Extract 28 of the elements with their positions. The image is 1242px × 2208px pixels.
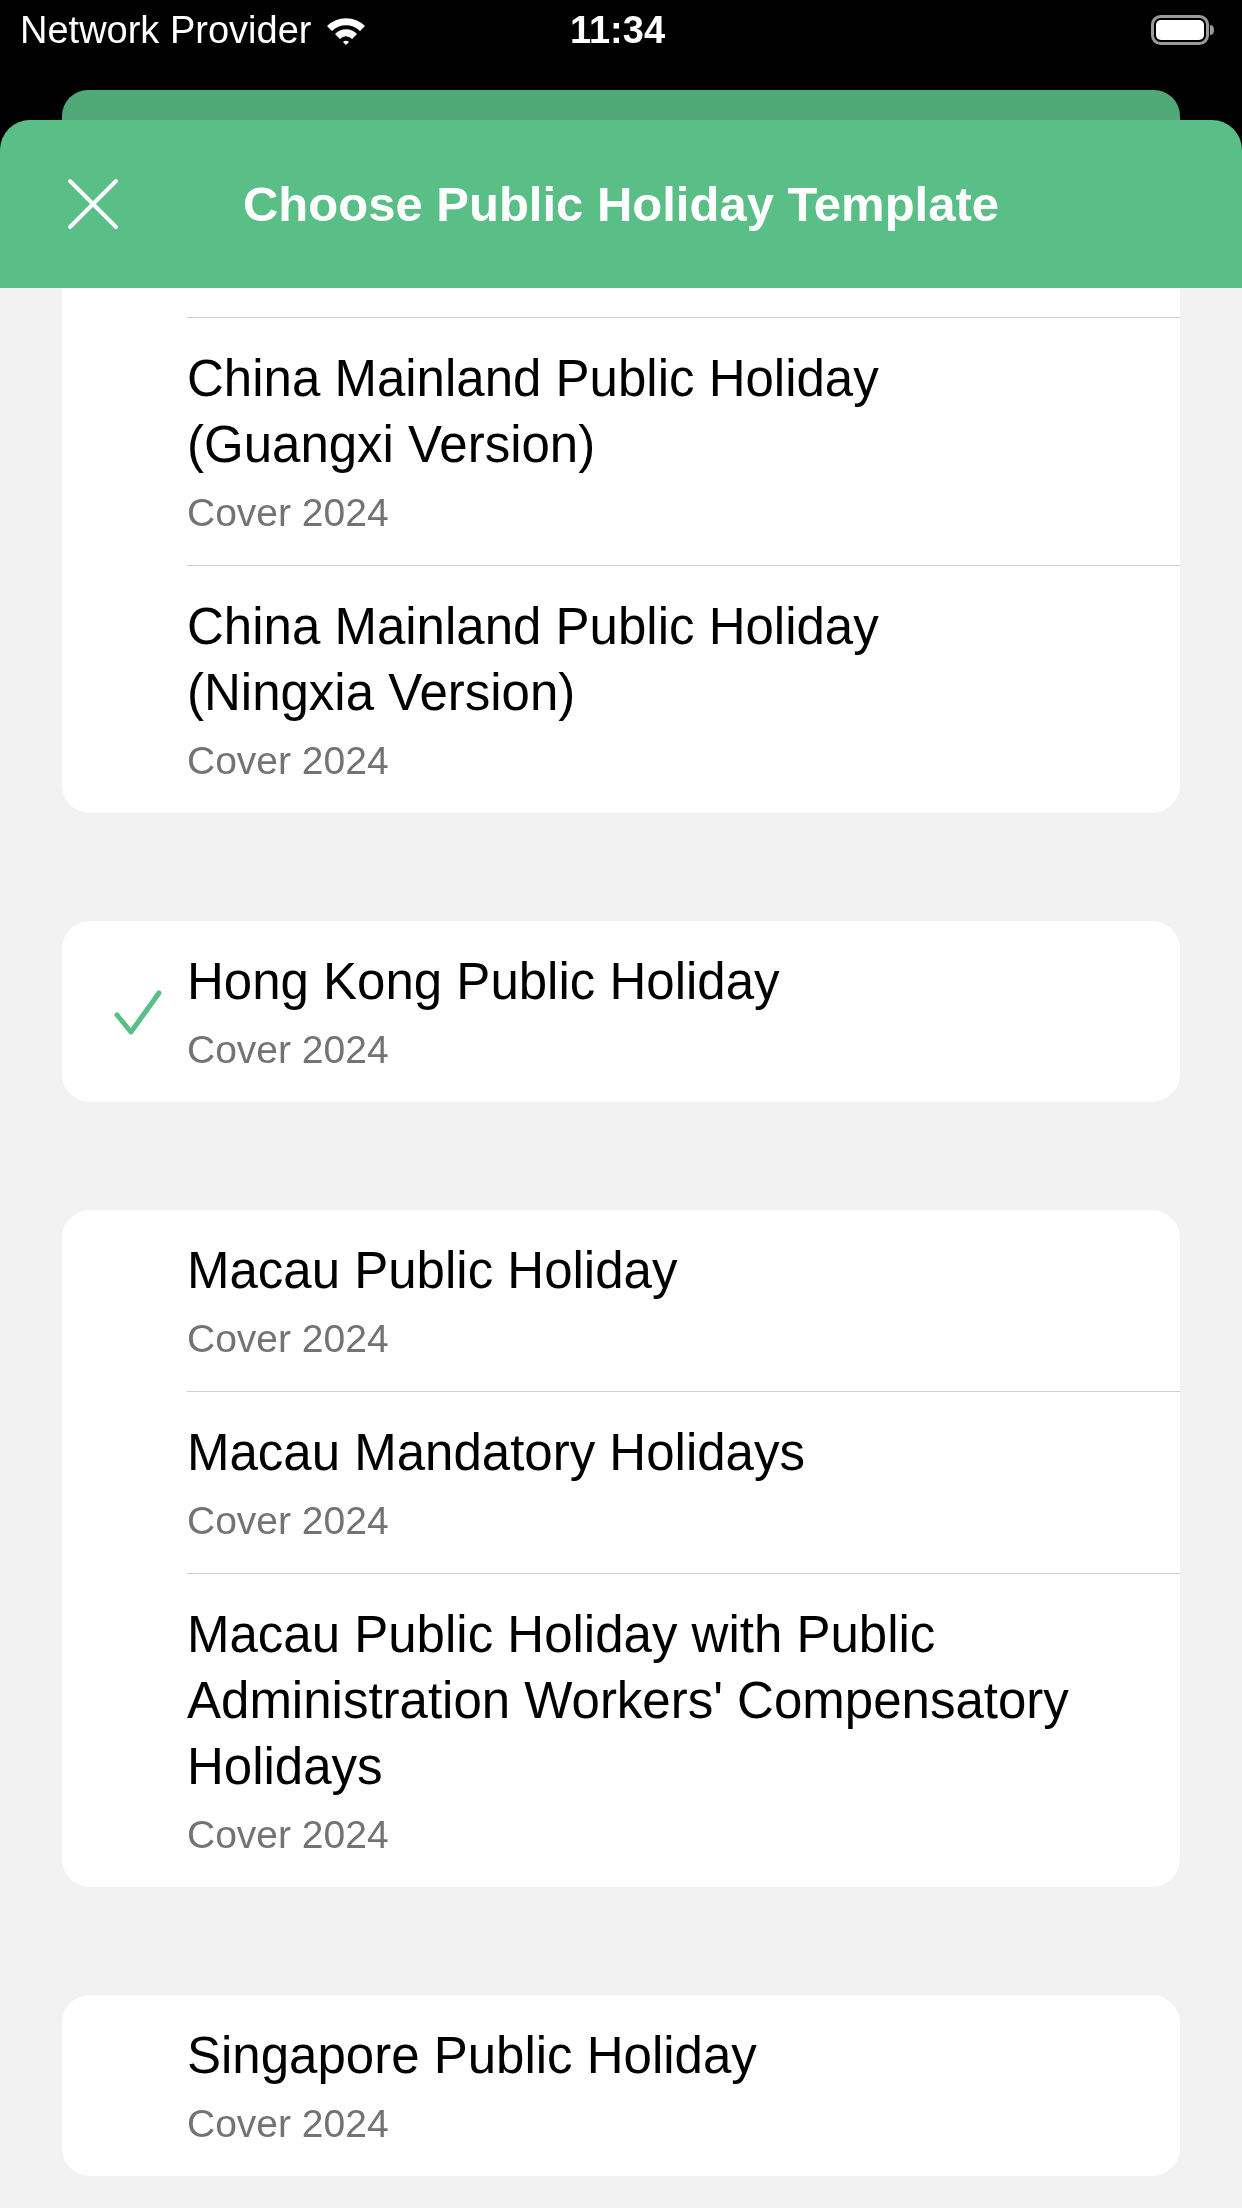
- battery-icon: [1151, 15, 1215, 45]
- header-title: Choose Public Holiday Template: [243, 176, 999, 232]
- wifi-icon: [325, 15, 368, 45]
- close-icon: [67, 178, 119, 230]
- template-name: China Mainland Public Holiday (Ningxia Version): [187, 597, 880, 723]
- coverage-label: Cover 2024: [187, 490, 389, 536]
- clock-time: 11:34: [569, 8, 666, 52]
- coverage-label: Cover 2024: [187, 738, 389, 784]
- template-row[interactable]: Singapore Public Holiday Cover 2024: [62, 1995, 1180, 2176]
- coverage-label: Cover 2024: [187, 1812, 389, 1858]
- coverage-label: Cover 2024: [187, 1027, 389, 1073]
- carrier-name: Network Provider: [20, 8, 312, 52]
- template-name: Singapore Public Holiday: [187, 2026, 757, 2086]
- template-name: Macau Public Holiday: [187, 1241, 678, 1301]
- template-row[interactable]: China Mainland Public Holiday (Guangxi Version) Cover 2024: [62, 317, 1180, 565]
- template-name: Macau Public Holiday with Public Administration Workers' Compensatory Holidays: [187, 1605, 1070, 1797]
- template-row[interactable]: Hong Kong Public Holiday Cover 2024: [62, 921, 1180, 1102]
- coverage-label: Cover 2024: [187, 1498, 389, 1544]
- template-row[interactable]: China Mainland Public Holiday (Ningxia Version) Cover 2024: [62, 565, 1180, 813]
- template-name: China Mainland Public Holiday (Guangxi Version): [187, 349, 880, 475]
- template-name: Hong Kong Public Holiday: [187, 952, 780, 1012]
- close-button[interactable]: [67, 178, 119, 230]
- coverage-label: Cover 2024: [187, 1316, 389, 1362]
- template-row[interactable]: Macau Public Holiday with Public Administration Workers' Compensatory Holidays Cover 2024: [62, 1573, 1180, 1887]
- template-row[interactable]: Macau Mandatory Holidays Cover 2024: [62, 1391, 1180, 1573]
- template-row[interactable]: Macau Public Holiday Cover 2024: [62, 1210, 1180, 1391]
- template-name: Macau Mandatory Holidays: [187, 1423, 805, 1483]
- coverage-label: Cover 2024: [187, 2101, 389, 2147]
